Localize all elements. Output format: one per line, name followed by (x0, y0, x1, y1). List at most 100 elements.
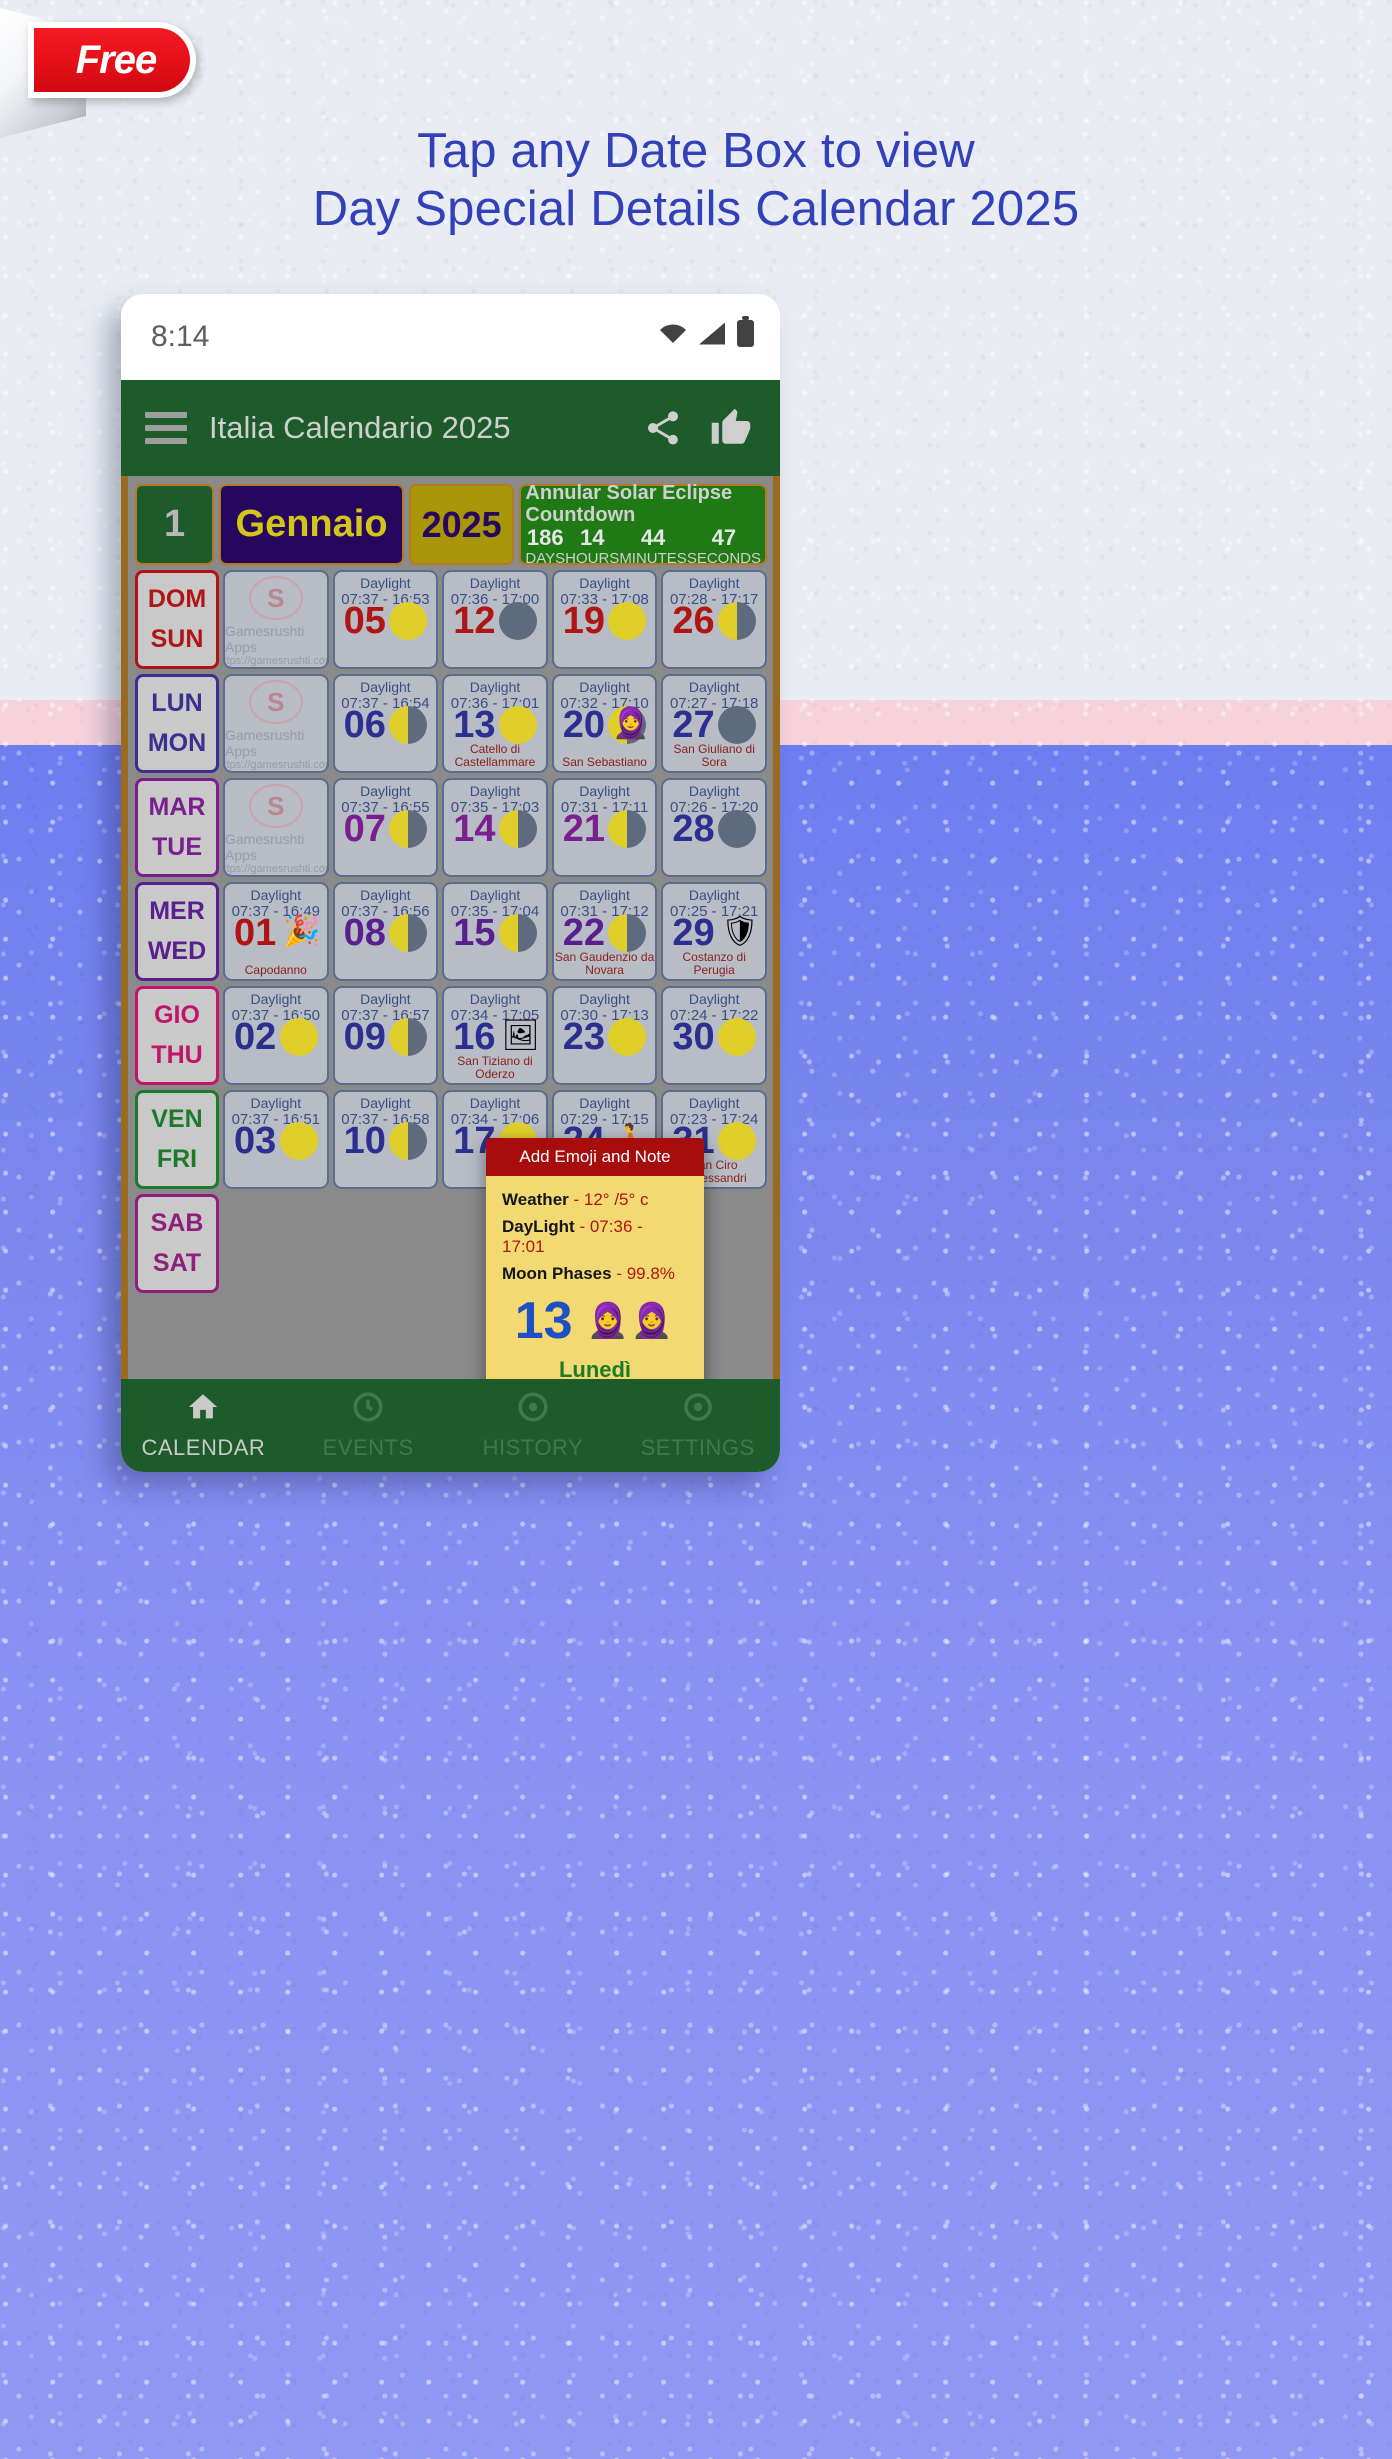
day-cell-19[interactable]: Daylight 07:33 - 17:08 19 (551, 570, 658, 669)
day-number: 20 (562, 704, 606, 746)
day-cell-27[interactable]: Daylight 07:27 - 17:18 27 San Giuliano di S… (661, 674, 767, 773)
weekday-it: MER (149, 896, 205, 925)
weekday-en: TUE (152, 833, 202, 862)
header-year[interactable]: 2025 (408, 484, 515, 565)
nav-item-settings[interactable]: SETTINGS (615, 1390, 780, 1461)
share-icon[interactable] (640, 405, 686, 451)
weekday-label-tue: MAR TUE (135, 778, 219, 877)
daylight-label: Daylight (469, 991, 521, 1007)
moon-phase-icon (389, 1018, 428, 1056)
moon-phase-icon (608, 1018, 647, 1056)
moon-phase-icon (389, 1122, 428, 1160)
day-cell-16[interactable]: Daylight 07:34 - 17:05 16 🖼 San Tiziano di O… (442, 986, 548, 1085)
day-cell-01[interactable]: Daylight 07:37 - 16:49 01 🎉 Capodanno (223, 882, 329, 981)
weekday-it: GIO (154, 1000, 200, 1029)
day-cell-05[interactable]: Daylight 07:37 - 16:53 05 (332, 570, 439, 669)
popup-moon-line: Moon Phases - 99.8% (502, 1264, 688, 1284)
daylight-label: Daylight (360, 783, 411, 799)
nav-label: EVENTS (322, 1435, 414, 1460)
weekday-it: LUN (151, 688, 203, 717)
daylight-label: Daylight (469, 679, 521, 695)
countdown-values: 186 DAYS 14 HOURS 44 MINUTES 47 SECONDS (525, 524, 761, 568)
moon-phase-icon (389, 914, 428, 952)
weekday-label-fri: VEN FRI (135, 1090, 219, 1189)
status-time: 8:14 (151, 320, 210, 353)
header-month[interactable]: Gennaio (219, 484, 404, 565)
daylight-label: Daylight (579, 783, 630, 799)
day-cell-03[interactable]: Daylight 07:37 - 16:51 03 (223, 1090, 329, 1189)
popup-emoji-icons[interactable]: 🧕🧕 (587, 1301, 676, 1341)
weekday-en: WED (147, 937, 207, 966)
day-number: 16 (453, 1016, 496, 1058)
nav-item-events[interactable]: EVENTS (286, 1390, 451, 1461)
day-number: 01 (234, 912, 277, 954)
weekday-it: MAR (148, 792, 206, 821)
day-cell-15[interactable]: Daylight 07:35 - 17:04 15 (442, 882, 548, 981)
day-cell-12[interactable]: Daylight 07:36 - 17:00 12 (442, 570, 548, 669)
saint-name: San Gaudenzio da Novara (554, 950, 655, 977)
daylight-label: Daylight (688, 783, 740, 799)
home-icon (186, 1390, 220, 1429)
popup-daylight-line: DayLight - 07:36 - 17:01 (502, 1217, 688, 1257)
nav-item-calendar[interactable]: CALENDAR (121, 1390, 286, 1461)
saint-name: San Tiziano di Oderzo (457, 1054, 533, 1081)
moon-phase-icon (717, 1018, 756, 1056)
daylight-label: Daylight (688, 1095, 740, 1111)
hamburger-menu-icon[interactable] (145, 412, 187, 444)
popup-weather-label: Weather (502, 1190, 569, 1209)
day-detail-popup[interactable]: Add Emoji and Note Weather - 12° /5° c D… (486, 1138, 704, 1379)
calendar-week-row: Daylight 07:37 - 16:49 01 🎉 Capodanno Dayligh… (223, 882, 767, 981)
day-cell-29[interactable]: Daylight 07:25 - 17:21 29 🛡 Costanzo di Peru… (661, 882, 767, 981)
signal-icon (699, 322, 725, 345)
popup-weekday: Lunedì (558, 1357, 632, 1379)
day-cell-21[interactable]: Daylight 07:31 - 17:11 21 (551, 778, 658, 877)
countdown-label: HOURS (565, 549, 620, 567)
day-cell-06[interactable]: Daylight 07:37 - 16:54 06 (332, 674, 439, 773)
day-number: 19 (562, 600, 606, 642)
popup-day-row: 13 🧕🧕 (502, 1291, 688, 1351)
day-cell-26[interactable]: Daylight 07:28 - 17:17 26 (661, 570, 767, 669)
weekday-label-column: DOM SUN LUN MON MAR TUE MER WED GIO THU VEN FRI SAB S… (135, 570, 219, 1293)
header-day-number[interactable]: 1 (135, 484, 215, 565)
countdown-unit-minutes: 44 MINUTES (619, 525, 687, 568)
headline-line-1: Tap any Date Box to view (417, 124, 975, 178)
countdown-value: 47 (711, 524, 737, 550)
day-cell-09[interactable]: Daylight 07:37 - 16:57 09 (332, 986, 439, 1085)
day-number: 30 (672, 1016, 715, 1058)
wifi-icon (660, 323, 686, 343)
day-cell-13[interactable]: Daylight 07:36 - 17:01 13 Catello di Castel… (442, 674, 548, 773)
day-cell-30[interactable]: Daylight 07:24 - 17:22 30 (661, 986, 767, 1085)
popup-moon-label: Moon Phases (502, 1264, 612, 1283)
day-number: 22 (562, 912, 606, 954)
calendar-week-row: S Gamesrushti Apps https://gamesrushti.com… (223, 570, 767, 669)
day-cell-23[interactable]: Daylight 07:30 - 17:13 23 (551, 986, 658, 1085)
day-cell-08[interactable]: Daylight 07:37 - 16:56 08 (332, 882, 439, 981)
watermark-name: Gamesrushti Apps (225, 623, 305, 655)
moon-phase-icon (498, 602, 537, 640)
day-cell-22[interactable]: Daylight 07:31 - 17:12 22 San Gaudenzio da … (551, 882, 658, 981)
app-logo-icon: S (248, 576, 303, 620)
free-badge: Free (0, 8, 240, 138)
daylight-label: Daylight (469, 783, 521, 799)
day-number: 07 (343, 808, 386, 850)
watermark-url: https://gamesrushti.com (223, 863, 329, 875)
saint-name: Catello di Castellammare (454, 742, 536, 769)
nav-item-history[interactable]: HISTORY (451, 1390, 616, 1461)
moon-phase-icon (279, 1122, 318, 1160)
eclipse-countdown[interactable]: Annular Solar Eclipse Countdown 186 DAYS 1… (519, 482, 767, 568)
popup-weather-value: - 12° /5° c (573, 1190, 649, 1209)
day-cell-28[interactable]: Daylight 07:26 - 17:20 28 (661, 778, 767, 877)
day-cell-20[interactable]: Daylight 07:32 - 17:10 20 🧕 San Sebastiano (551, 674, 658, 773)
saint-name: San Giuliano di Sora (673, 742, 755, 769)
day-cell-10[interactable]: Daylight 07:37 - 16:58 10 (332, 1090, 439, 1189)
day-number: 03 (234, 1120, 277, 1162)
daylight-label: Daylight (250, 991, 302, 1007)
day-cell-07[interactable]: Daylight 07:37 - 16:55 07 (332, 778, 439, 877)
thumbs-up-icon[interactable] (708, 405, 754, 451)
free-badge-label: Free (75, 37, 157, 82)
moon-phase-icon (717, 602, 756, 640)
day-cell-14[interactable]: Daylight 07:35 - 17:03 14 (442, 778, 548, 877)
day-cell-02[interactable]: Daylight 07:37 - 16:50 02 (223, 986, 329, 1085)
app-bar: Italia Calendario 2025 (121, 380, 780, 476)
app-title: Italia Calendario 2025 (209, 410, 511, 445)
